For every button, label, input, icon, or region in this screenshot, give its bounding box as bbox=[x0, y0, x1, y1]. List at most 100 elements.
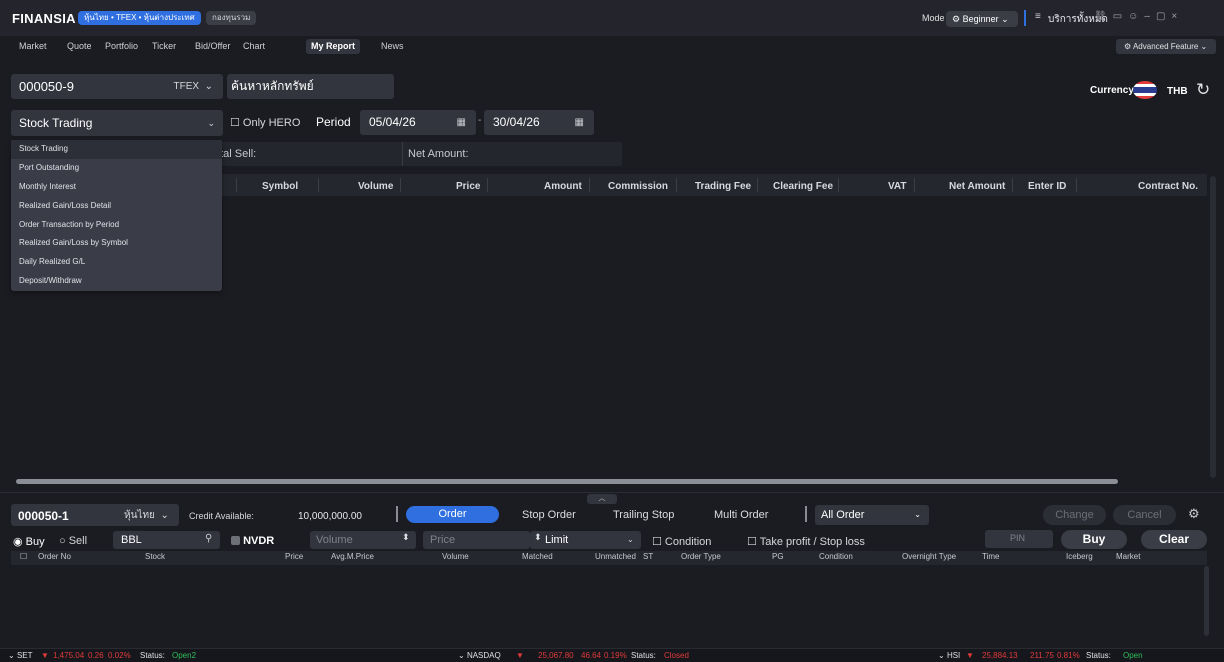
order-filter-value: All Order bbox=[821, 509, 865, 521]
col-volume[interactable]: Volume bbox=[442, 552, 469, 561]
col-commission[interactable]: Commission bbox=[608, 181, 668, 192]
tab-trailing-stop[interactable]: Trailing Stop bbox=[613, 509, 674, 521]
layout-icon[interactable]: ▭ bbox=[1113, 11, 1128, 22]
buy-button[interactable]: Buy bbox=[1061, 530, 1127, 549]
mode-select[interactable]: ⚙ Beginner ⌄ bbox=[946, 11, 1018, 27]
dropdown-item-realized-gl-symbol[interactable]: Realized Gain/Loss by Symbol bbox=[11, 234, 222, 253]
col-order-type[interactable]: Order Type bbox=[681, 552, 721, 561]
select-all-checkbox[interactable]: ☐ bbox=[20, 552, 27, 561]
down-arrow-icon: ▼ bbox=[516, 651, 524, 660]
col-matched[interactable]: Matched bbox=[522, 552, 553, 561]
col-trading-fee[interactable]: Trading Fee bbox=[695, 181, 751, 192]
nvdr-toggle[interactable]: NVDR bbox=[231, 535, 274, 547]
minimize-icon[interactable]: – bbox=[1144, 11, 1156, 22]
tab-portfolio[interactable]: Portfolio bbox=[100, 39, 143, 54]
col-st[interactable]: ST bbox=[643, 552, 653, 561]
market-switch-pill[interactable]: หุ้นไทย • TFEX • หุ้นต่างประเทศ bbox=[78, 11, 201, 25]
tab-news[interactable]: News bbox=[376, 39, 409, 54]
col-overnight-type[interactable]: Overnight Type bbox=[902, 552, 956, 561]
tab-ticker[interactable]: Ticker bbox=[147, 39, 181, 54]
stock-value: BBL bbox=[121, 534, 142, 546]
tab-market[interactable]: Market bbox=[14, 39, 52, 54]
tab-order[interactable]: Order bbox=[406, 506, 499, 523]
pin-placeholder: PIN bbox=[1010, 533, 1026, 543]
cancel-button[interactable]: Cancel bbox=[1113, 505, 1176, 525]
col-enter-id[interactable]: Enter ID bbox=[1028, 181, 1066, 192]
col-clearing-fee[interactable]: Clearing Fee bbox=[773, 181, 833, 192]
hsi-index-name[interactable]: ⌄ HSI bbox=[938, 651, 960, 660]
restore-icon[interactable]: ▢ bbox=[1156, 11, 1171, 22]
vertical-scrollbar[interactable] bbox=[1210, 176, 1216, 478]
tab-chart[interactable]: Chart bbox=[238, 39, 270, 54]
user-icon[interactable]: ☺ bbox=[1128, 11, 1144, 22]
dropdown-item-daily-realized-gl[interactable]: Daily Realized G/L bbox=[11, 253, 222, 272]
col-stock[interactable]: Stock bbox=[145, 552, 165, 561]
tab-stop-order[interactable]: Stop Order bbox=[522, 509, 576, 521]
nasdaq-index-name[interactable]: ⌄ NASDAQ bbox=[458, 651, 501, 660]
take-profit-checkbox[interactable]: ☐ Take profit / Stop loss bbox=[747, 535, 865, 548]
column-divider bbox=[1076, 178, 1077, 192]
window-controls[interactable]: ⛓▭☺–▢× bbox=[1094, 11, 1183, 22]
col-condition[interactable]: Condition bbox=[819, 552, 853, 561]
column-divider bbox=[676, 178, 677, 192]
only-hero-checkbox[interactable]: ☐ Only HERO bbox=[230, 116, 300, 129]
set-index-name[interactable]: ⌄ SET bbox=[8, 651, 33, 660]
dropdown-item-stock-trading[interactable]: Stock Trading bbox=[11, 140, 222, 159]
hsi-status-label: Status: bbox=[1086, 651, 1111, 660]
advanced-feature-button[interactable]: ⚙ Advanced Feature ⌄ bbox=[1116, 39, 1216, 54]
tab-my-report[interactable]: My Report bbox=[306, 39, 361, 54]
refresh-icon[interactable]: ↻ bbox=[1196, 80, 1210, 100]
link-icon[interactable]: ⛓ bbox=[1094, 11, 1113, 22]
account-number: 000050-9 bbox=[19, 79, 74, 94]
advanced-feature-label: Advanced Feature bbox=[1132, 42, 1199, 51]
date-to-input[interactable]: 30/04/26 ▦ bbox=[484, 110, 594, 135]
tab-multi-order[interactable]: Multi Order bbox=[714, 509, 768, 521]
dropdown-item-monthly-interest[interactable]: Monthly Interest bbox=[11, 178, 222, 197]
date-from-input[interactable]: 05/04/26 ▦ bbox=[360, 110, 476, 135]
col-avg-m-price[interactable]: Avg.M.Price bbox=[331, 552, 374, 561]
tab-quote[interactable]: Quote bbox=[62, 39, 97, 54]
dropdown-item-port-outstanding[interactable]: Port Outstanding bbox=[11, 159, 222, 178]
col-contract-no[interactable]: Contract No. bbox=[1138, 181, 1198, 192]
condition-checkbox[interactable]: ☐ Condition bbox=[652, 535, 711, 548]
calendar-icon[interactable]: ▦ bbox=[575, 110, 584, 135]
change-button[interactable]: Change bbox=[1043, 505, 1106, 525]
col-price[interactable]: Price bbox=[285, 552, 303, 561]
col-vat[interactable]: VAT bbox=[888, 181, 907, 192]
col-iceberg[interactable]: Iceberg bbox=[1066, 552, 1093, 561]
hamburger-menu-icon[interactable]: ≡ bbox=[1035, 11, 1041, 22]
order-vertical-scrollbar[interactable] bbox=[1204, 566, 1209, 636]
col-time[interactable]: Time bbox=[982, 552, 999, 561]
col-order-no[interactable]: Order No bbox=[38, 552, 71, 561]
order-filter-select[interactable]: All Order ⌄ bbox=[815, 505, 929, 525]
col-volume[interactable]: Volume bbox=[358, 181, 393, 192]
buy-radio[interactable]: ◉ Buy bbox=[13, 535, 45, 548]
close-icon[interactable]: × bbox=[1171, 11, 1183, 22]
dropdown-item-deposit-withdraw[interactable]: Deposit/Withdraw bbox=[11, 272, 222, 291]
price-stepper-icon[interactable]: ⬍ bbox=[534, 532, 542, 543]
settings-icon[interactable]: ⚙ bbox=[1188, 506, 1200, 522]
calendar-icon[interactable]: ▦ bbox=[457, 110, 466, 135]
security-search-input[interactable]: ค้นหาหลักทรัพย์ bbox=[227, 74, 394, 99]
dropdown-item-order-transaction[interactable]: Order Transaction by Period bbox=[11, 216, 222, 235]
clear-button[interactable]: Clear bbox=[1141, 530, 1207, 549]
credit-available-value: 10,000,000.00 bbox=[298, 511, 362, 522]
volume-stepper-icon[interactable]: ⬍ bbox=[402, 532, 410, 543]
report-type-select[interactable]: Stock Trading ⌄ bbox=[11, 110, 223, 136]
nvdr-label: NVDR bbox=[243, 535, 275, 547]
collapse-handle-icon[interactable]: ︿ bbox=[587, 494, 617, 504]
col-net-amount[interactable]: Net Amount bbox=[949, 181, 1005, 192]
col-price[interactable]: Price bbox=[456, 181, 480, 192]
dropdown-item-realized-gl-detail[interactable]: Realized Gain/Loss Detail bbox=[11, 197, 222, 216]
account-select[interactable]: 000050-9 TFEX ⌄ bbox=[11, 74, 223, 99]
sell-radio[interactable]: ○ Sell bbox=[59, 535, 87, 547]
tab-bid-offer[interactable]: Bid/Offer bbox=[190, 39, 235, 54]
horizontal-scroll-thumb[interactable] bbox=[16, 479, 1118, 484]
fund-pill[interactable]: กองทุนรวม bbox=[206, 11, 257, 25]
col-unmatched[interactable]: Unmatched bbox=[595, 552, 636, 561]
col-market[interactable]: Market bbox=[1116, 552, 1140, 561]
col-pg[interactable]: PG bbox=[772, 552, 784, 561]
col-amount[interactable]: Amount bbox=[544, 181, 582, 192]
search-icon[interactable]: ⚲ bbox=[205, 533, 212, 544]
col-symbol[interactable]: Symbol bbox=[262, 181, 298, 192]
